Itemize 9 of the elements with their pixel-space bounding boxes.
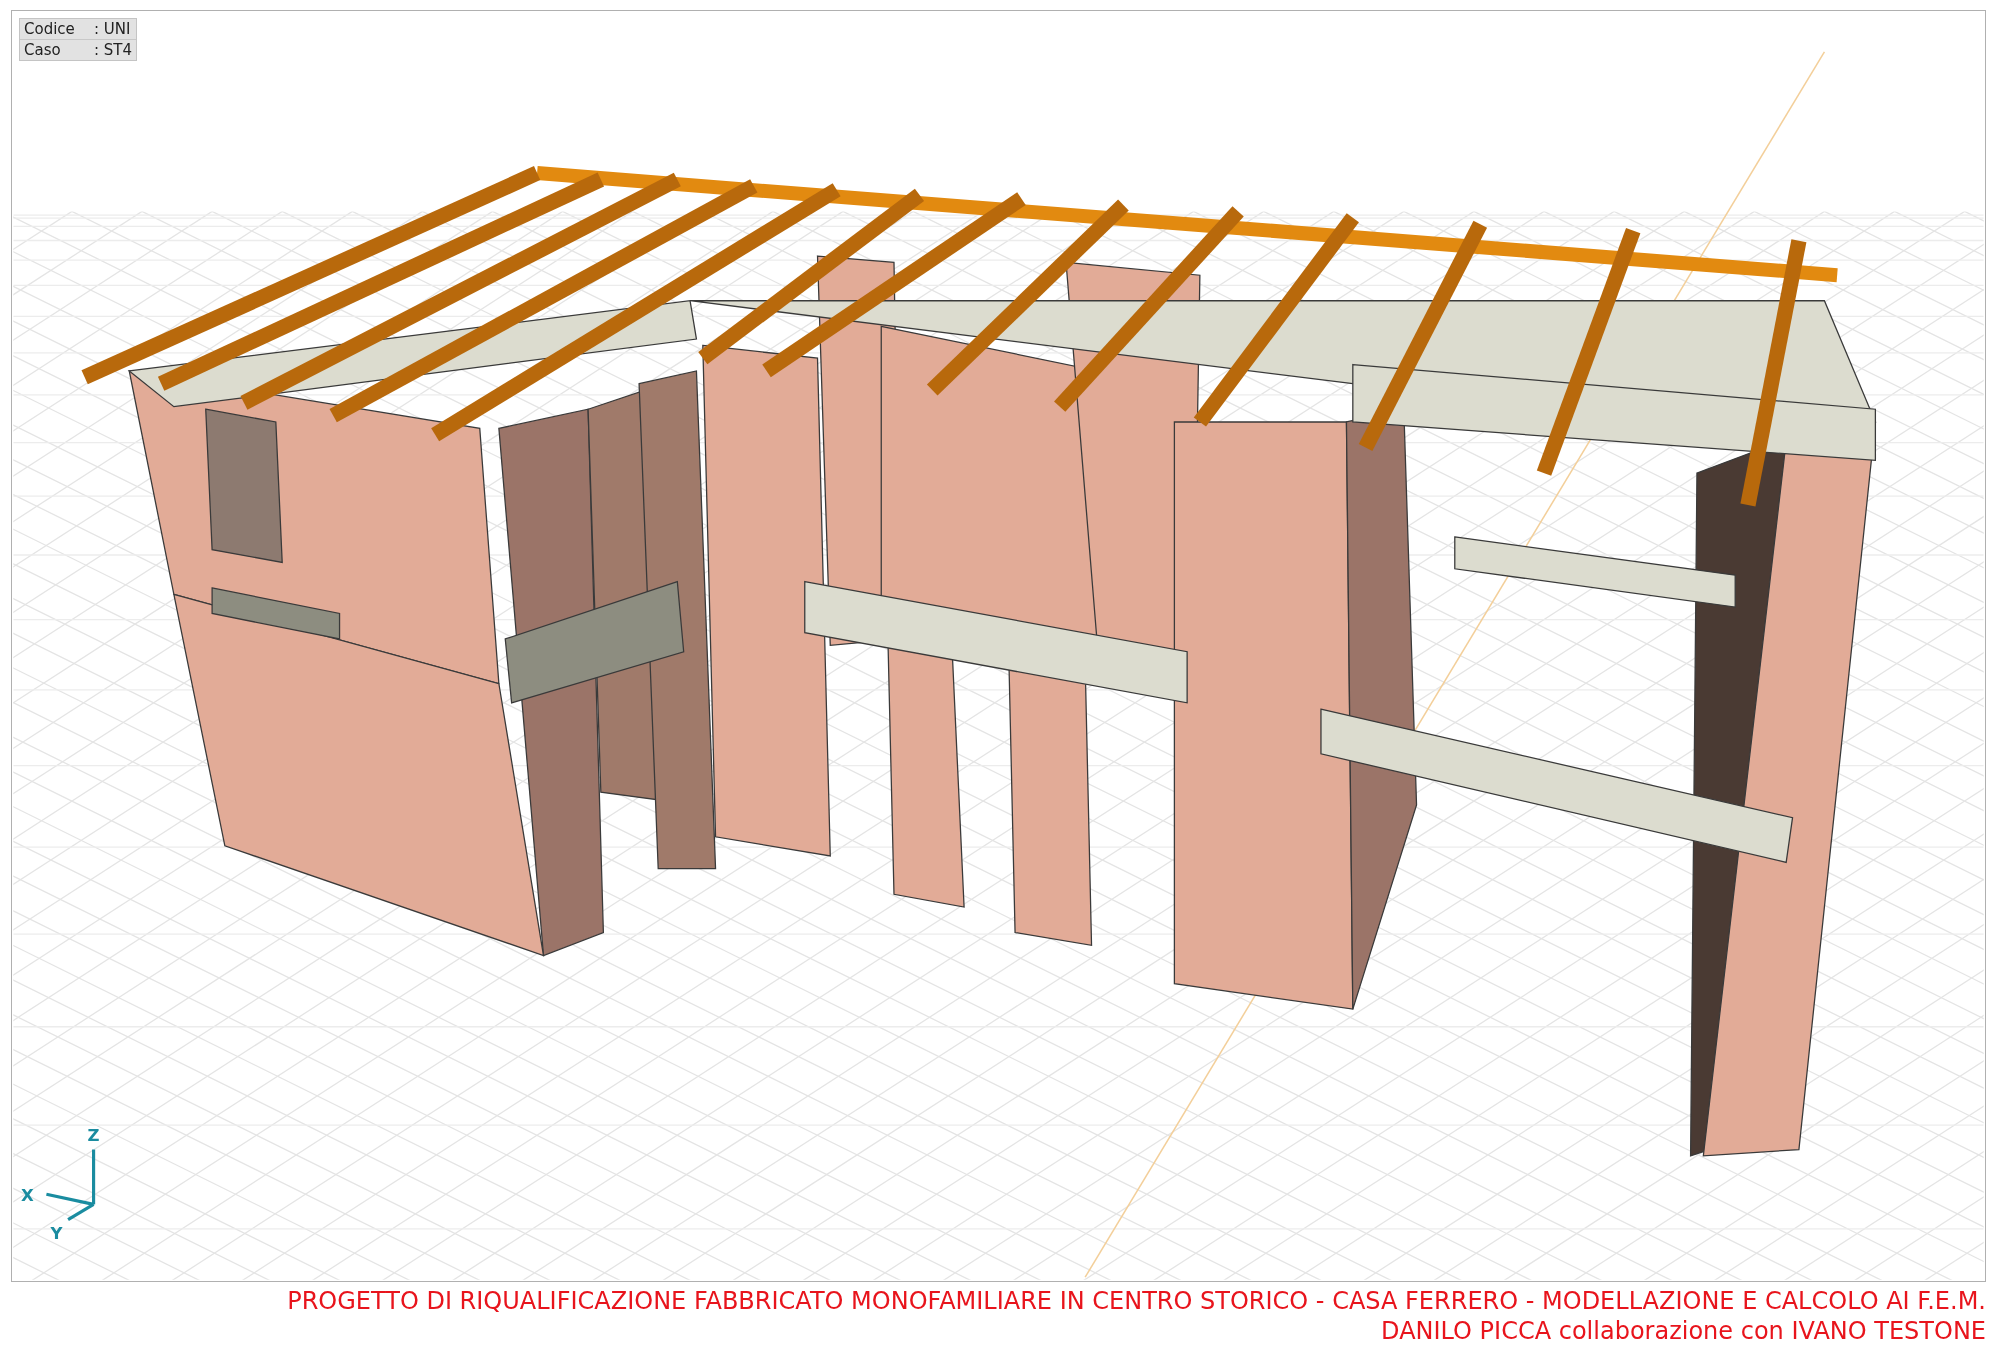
axis-label: X xyxy=(20,1185,34,1205)
title-text: DANILO PICCA collaborazione con IVANO TESTONE xyxy=(1381,1316,1986,1346)
info-value: : ST4 xyxy=(94,40,133,60)
info-value: : UNI xyxy=(94,19,131,39)
info-label: Codice xyxy=(24,19,76,39)
title-text: PROGETTO DI RIQUALIFICAZIONE FABBRICATO MONOFAMILIARE IN CENTRO STORICO - CASA FERRERO - MODELLAZIONE E CALCOLO AI F.E.M. xyxy=(287,1286,1986,1316)
axis-label: Z xyxy=(87,1125,100,1145)
axis-label: Y xyxy=(50,1223,63,1243)
info-label: Caso xyxy=(24,40,62,60)
